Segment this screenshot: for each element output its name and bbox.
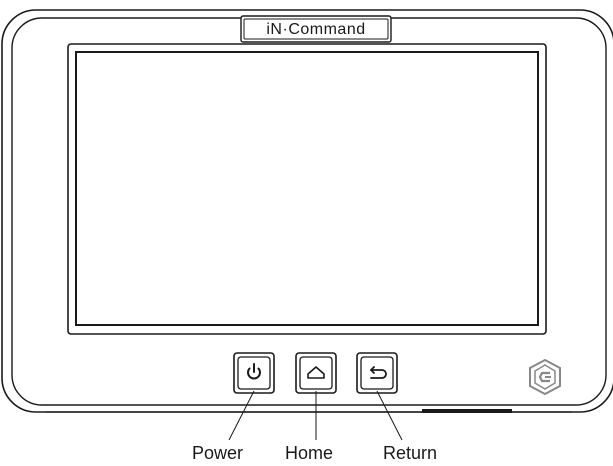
return-callout-label: Return — [383, 443, 438, 463]
screen — [75, 51, 539, 326]
bottom-port — [422, 409, 512, 413]
return-button[interactable] — [356, 352, 398, 394]
power-button[interactable] — [233, 352, 275, 394]
home-button[interactable] — [295, 352, 337, 394]
brand-logo-text: iN·Command — [266, 21, 366, 38]
power-callout-label: Power — [192, 443, 244, 463]
device-outline-drawing — [1, 9, 613, 441]
home-callout-label: Home — [285, 443, 334, 463]
hexagon-c-logo-icon — [529, 358, 561, 396]
device-diagram: iN·Command Power Home Return — [0, 0, 613, 466]
